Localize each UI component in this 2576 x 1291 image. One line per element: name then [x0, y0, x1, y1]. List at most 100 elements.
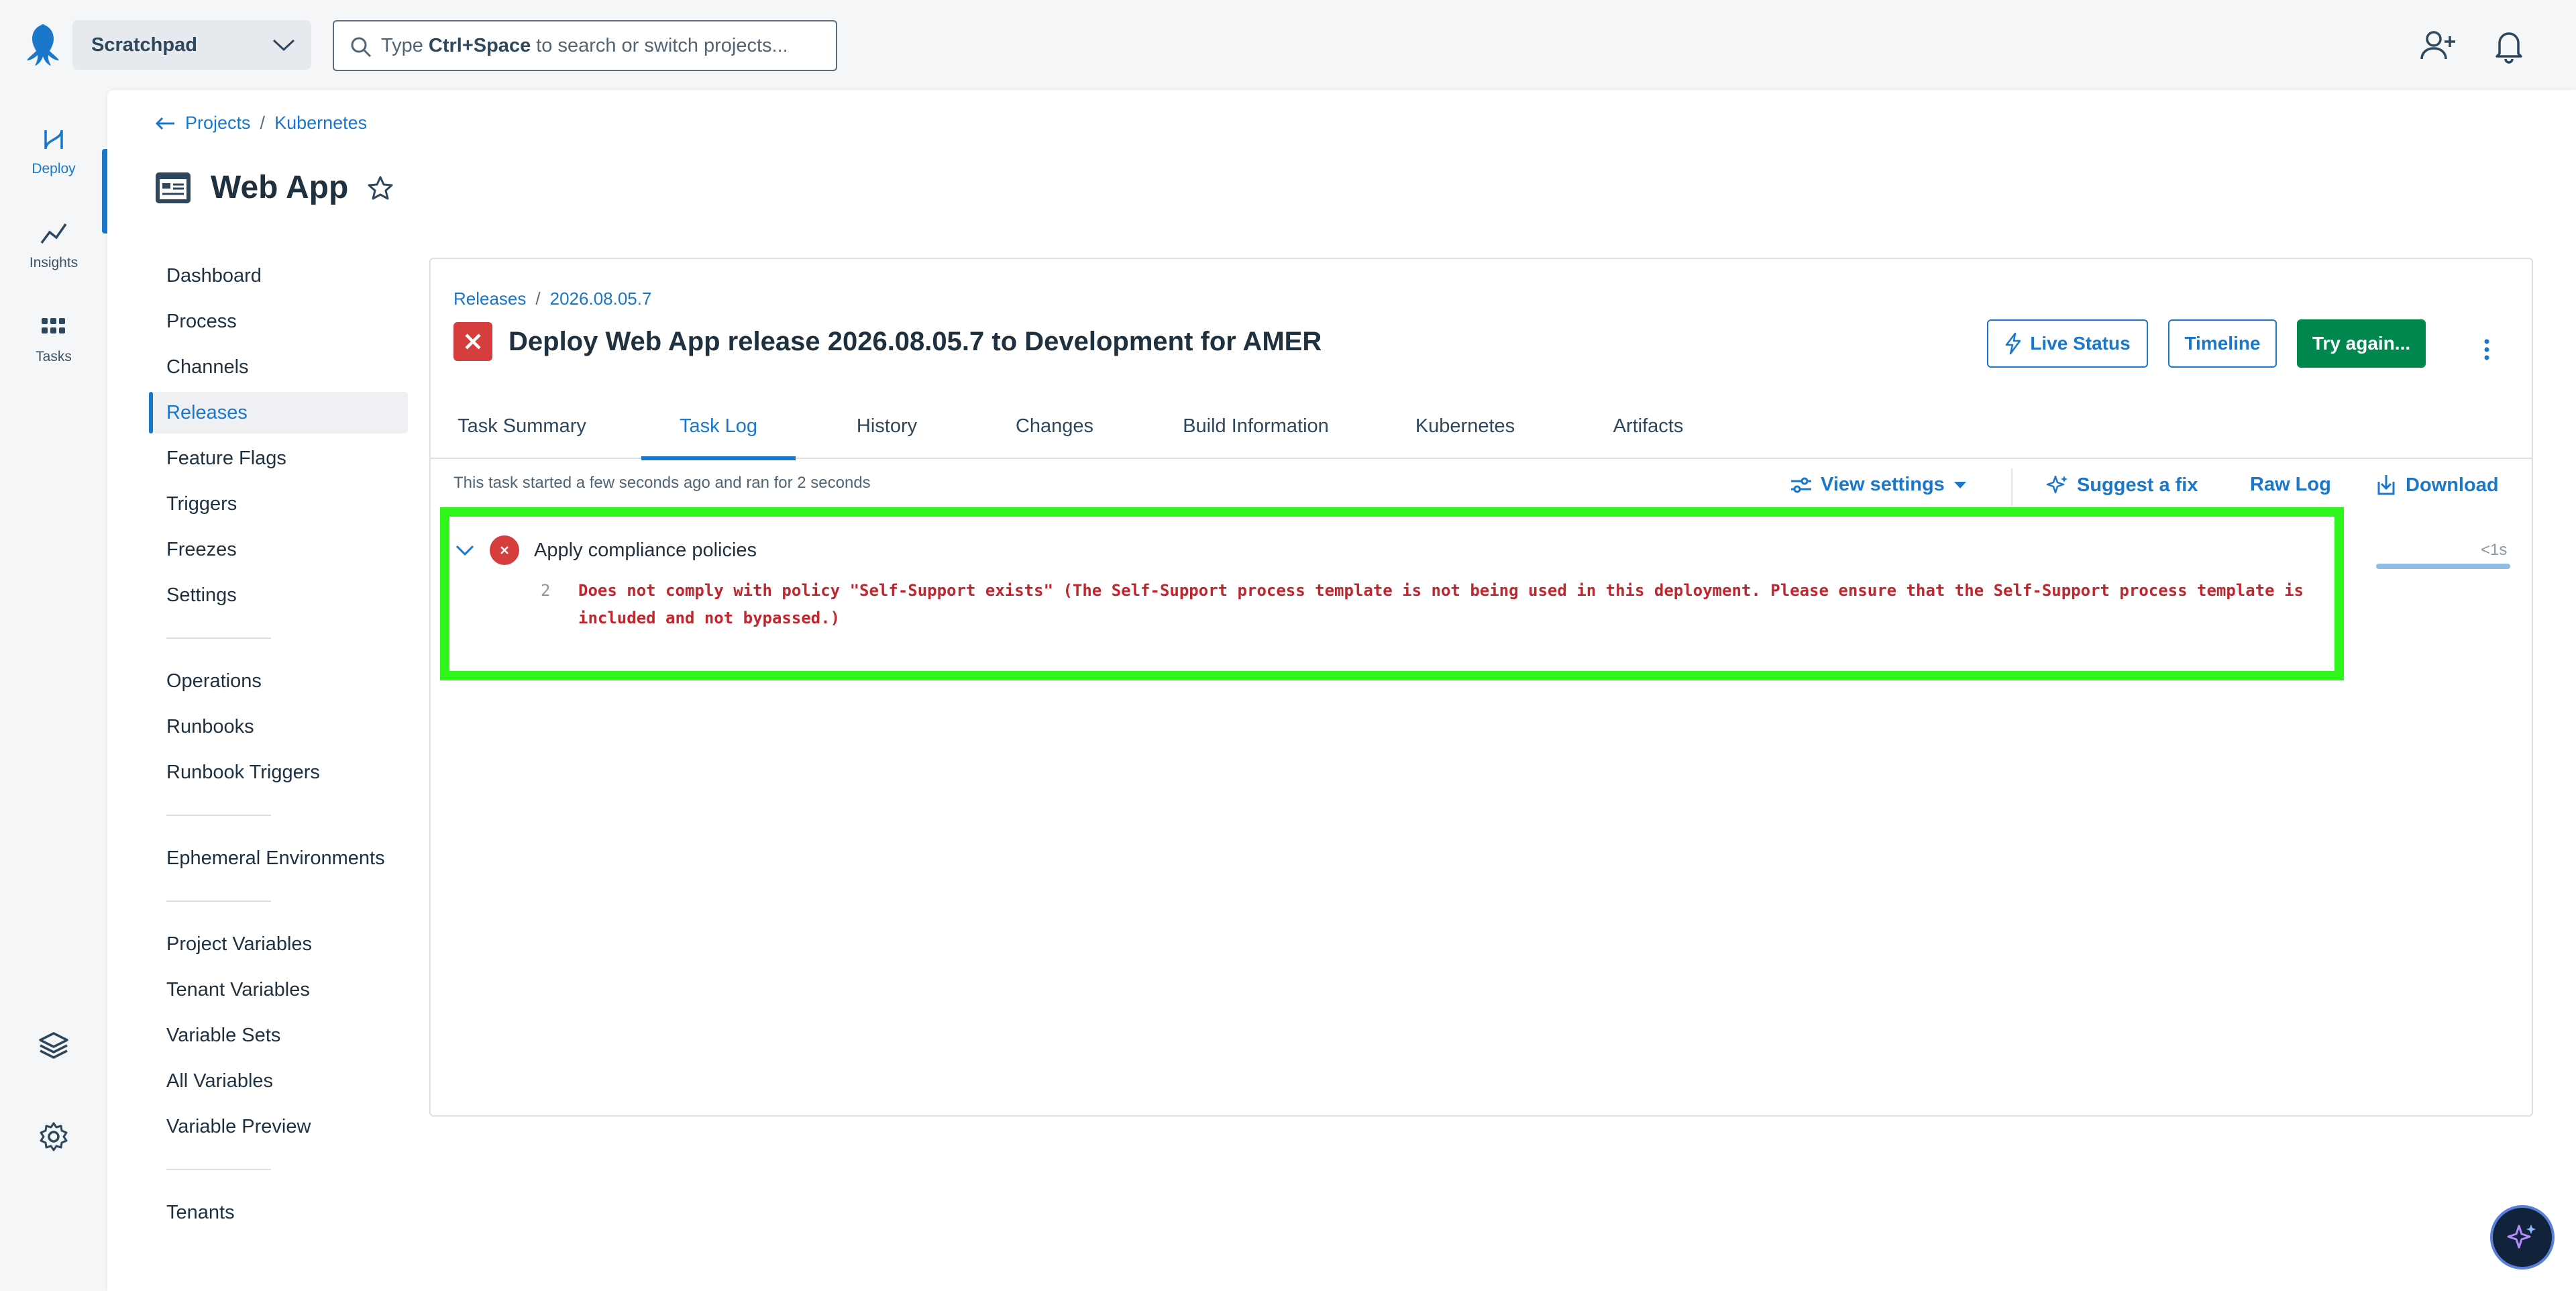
live-status-button[interactable]: Live Status: [1987, 319, 2148, 368]
failed-status-badge: [453, 322, 492, 361]
breadcrumb: Projects / Kubernetes: [154, 113, 367, 134]
page-title: Web App: [211, 170, 349, 205]
project-header: Web App: [154, 169, 394, 206]
nav-item-dashboard[interactable]: Dashboard: [149, 255, 408, 297]
sparkle-icon: [2046, 475, 2068, 494]
log-step-name: Apply compliance policies: [534, 539, 757, 561]
download-icon: [2377, 475, 2395, 495]
chevron-down-icon[interactable]: [455, 544, 475, 557]
nav-item-feature-flags[interactable]: Feature Flags: [149, 437, 408, 479]
rail-label-tasks: Tasks: [36, 349, 72, 364]
raw-log-label: Raw Log: [2250, 474, 2331, 495]
rail-item-insights[interactable]: Insights: [0, 219, 107, 299]
try-again-button[interactable]: Try again...: [2297, 319, 2426, 368]
close-icon: [500, 546, 508, 554]
breadcrumb-kubernetes-link[interactable]: Kubernetes: [274, 113, 367, 134]
download-label: Download: [2406, 474, 2499, 496]
nav-divider: [166, 637, 271, 639]
breadcrumb-version-link[interactable]: 2026.08.05.7: [550, 289, 652, 309]
chevron-down-icon: [272, 39, 295, 52]
nav-item-runbooks[interactable]: Runbooks: [149, 706, 408, 747]
arrow-left-icon[interactable]: [154, 115, 176, 132]
timeline-button[interactable]: Timeline: [2168, 319, 2277, 368]
tab-changes[interactable]: Changes: [1008, 405, 1102, 459]
view-settings-label: View settings: [1821, 474, 1945, 495]
left-rail: Deploy Insights Tasks MC: [0, 90, 107, 1291]
view-settings-button[interactable]: View settings: [1790, 474, 1968, 496]
nav-item-runbook-triggers[interactable]: Runbook Triggers: [149, 752, 408, 793]
search-prefix: Type: [381, 34, 423, 56]
search-suffix: to search or switch projects...: [536, 34, 788, 56]
nav-item-tenant-variables[interactable]: Tenant Variables: [149, 969, 408, 1011]
tab-build-information[interactable]: Build Information: [1169, 405, 1343, 459]
task-card: Releases / 2026.08.05.7 Deploy Web App r…: [429, 258, 2533, 1117]
gear-icon[interactable]: [38, 1121, 70, 1153]
nav-item-channels[interactable]: Channels: [149, 346, 408, 388]
tab-task-log[interactable]: Task Log: [641, 405, 796, 460]
nav-divider: [166, 900, 271, 902]
project-logo-icon: [156, 172, 191, 203]
error-status-icon: [490, 535, 519, 565]
rail-item-deploy[interactable]: Deploy: [0, 125, 107, 234]
ai-assistant-button[interactable]: [2490, 1205, 2555, 1270]
task-header: Deploy Web App release 2026.08.05.7 to D…: [453, 322, 1322, 361]
sparkle-icon: [2507, 1225, 2536, 1249]
top-bar: Scratchpad Type Ctrl+Space to search or …: [0, 0, 2576, 90]
log-line-number: 2: [541, 581, 551, 600]
project-nav: Dashboard Process Channels Releases Feat…: [149, 255, 408, 1237]
star-icon[interactable]: [367, 174, 394, 201]
task-duration-info: This task started a few seconds ago and …: [453, 474, 871, 492]
tab-task-summary[interactable]: Task Summary: [455, 405, 589, 459]
log-step-header[interactable]: Apply compliance policies: [455, 535, 757, 565]
task-breadcrumb: Releases / 2026.08.05.7: [453, 289, 651, 309]
tasks-icon: [42, 318, 65, 333]
search-input[interactable]: Type Ctrl+Space to search or switch proj…: [333, 20, 837, 71]
nav-item-releases[interactable]: Releases: [149, 392, 408, 433]
nav-item-variable-sets[interactable]: Variable Sets: [149, 1015, 408, 1056]
tab-kubernetes[interactable]: Kubernetes: [1405, 405, 1525, 459]
step-duration-bar: [2376, 564, 2510, 569]
search-icon: [351, 37, 372, 58]
close-icon: [465, 333, 481, 350]
timeline-label: Timeline: [2184, 333, 2261, 354]
rail-item-tasks[interactable]: Tasks: [0, 313, 107, 393]
nav-item-project-variables[interactable]: Project Variables: [149, 923, 408, 965]
log-line-message: Does not comply with policy "Self-Suppor…: [578, 581, 2304, 627]
suggest-fix-label: Suggest a fix: [2077, 474, 2198, 496]
rail-label-deploy: Deploy: [32, 161, 76, 176]
try-again-label: Try again...: [2312, 333, 2411, 354]
layers-icon[interactable]: [38, 1029, 70, 1062]
bell-icon[interactable]: [2490, 27, 2528, 64]
add-user-icon[interactable]: [2419, 27, 2457, 64]
caret-down-icon: [1953, 481, 1966, 488]
lightning-icon: [2006, 332, 2021, 355]
raw-log-button[interactable]: Raw Log: [2250, 474, 2331, 496]
nav-item-triggers[interactable]: Triggers: [149, 483, 408, 525]
download-button[interactable]: Download: [2375, 474, 2499, 497]
nav-item-freezes[interactable]: Freezes: [149, 529, 408, 570]
breadcrumb-separator: /: [535, 289, 541, 309]
more-vertical-icon: [2484, 339, 2489, 360]
task-title: Deploy Web App release 2026.08.05.7 to D…: [508, 326, 1322, 356]
nav-item-settings[interactable]: Settings: [149, 574, 408, 616]
nav-item-process[interactable]: Process: [149, 301, 408, 342]
toolbar-divider: [2011, 468, 2012, 506]
rail-label-insights: Insights: [29, 255, 78, 270]
nav-item-ephemeral-environments[interactable]: Ephemeral Environments: [149, 837, 408, 879]
search-shortcut: Ctrl+Space: [428, 34, 531, 56]
suggest-fix-button[interactable]: Suggest a fix: [2046, 474, 2198, 497]
space-switcher[interactable]: Scratchpad: [72, 20, 311, 70]
nav-divider: [166, 815, 271, 816]
tab-artifacts[interactable]: Artifacts: [1598, 405, 1699, 459]
nav-divider: [166, 1169, 271, 1170]
nav-item-all-variables[interactable]: All Variables: [149, 1060, 408, 1102]
breadcrumb-releases-link[interactable]: Releases: [453, 289, 526, 309]
tab-history[interactable]: History: [847, 405, 927, 459]
nav-item-operations[interactable]: Operations: [149, 660, 408, 702]
octopus-logo-icon[interactable]: [25, 21, 68, 68]
more-options-button[interactable]: [2470, 333, 2504, 366]
live-status-label: Live Status: [2030, 333, 2131, 354]
nav-item-tenants[interactable]: Tenants: [149, 1192, 408, 1233]
breadcrumb-projects-link[interactable]: Projects: [185, 113, 251, 134]
nav-item-variable-preview[interactable]: Variable Preview: [149, 1106, 408, 1147]
